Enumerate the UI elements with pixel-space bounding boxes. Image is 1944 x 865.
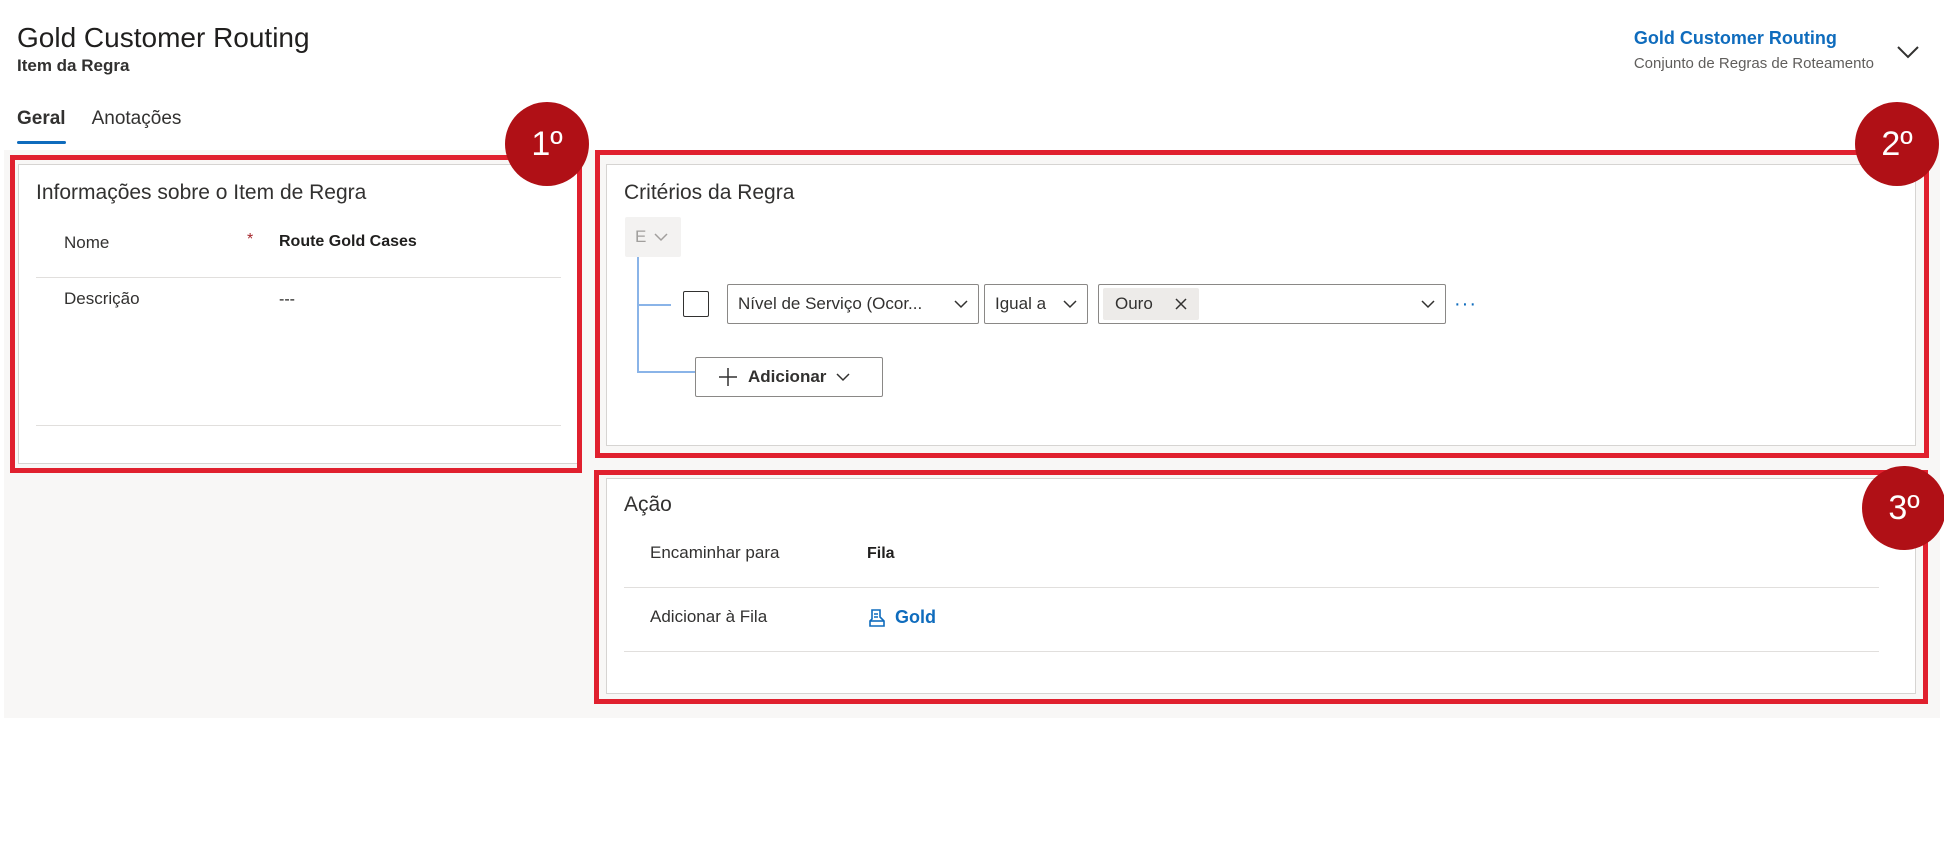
ruleset-type-label: Conjunto de Regras de Roteamento xyxy=(1633,55,1874,72)
annotation-badge-1: 1º xyxy=(505,102,589,186)
tab-geral[interactable]: Geral xyxy=(17,108,66,144)
ruleset-link-block: Gold Customer Routing Conjunto de Regras… xyxy=(1634,28,1874,72)
ruleset-link[interactable]: Gold Customer Routing xyxy=(1634,28,1874,49)
annotation-badge-2: 2º xyxy=(1855,102,1939,186)
annotation-box-2 xyxy=(595,150,1929,458)
tab-list: Geral Anotações xyxy=(17,108,181,146)
annotation-box-3 xyxy=(594,470,1928,704)
chevron-down-icon[interactable] xyxy=(1896,44,1920,60)
page-subtitle: Item da Regra xyxy=(17,56,130,75)
tab-anotacoes[interactable]: Anotações xyxy=(92,108,182,144)
page-title: Gold Customer Routing xyxy=(17,22,310,53)
annotation-badge-3: 3º xyxy=(1862,466,1944,550)
form-header: Gold Customer Routing Item da Regra Gold… xyxy=(0,0,1944,150)
annotation-box-1 xyxy=(10,155,582,473)
